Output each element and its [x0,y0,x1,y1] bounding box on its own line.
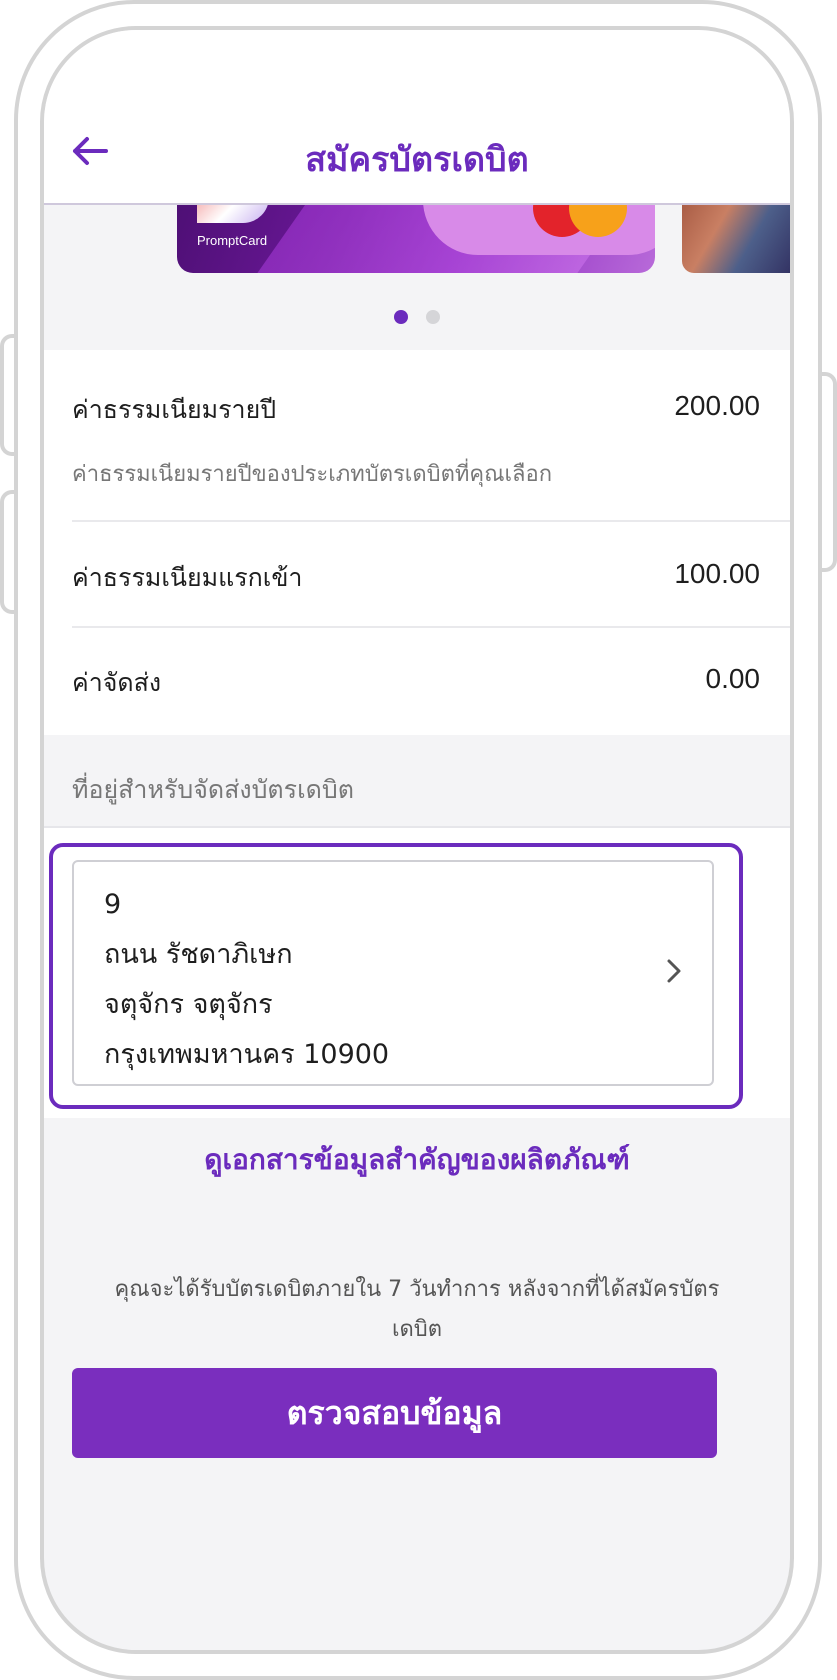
address-line: จตุจักร จตุจักร [104,989,273,1020]
phone-side-button [821,372,837,572]
delivery-note: คุณจะได้รับบัตรเดบิตภายใน 7 วันทำการ หลั… [114,1277,720,1342]
chevron-right-icon [667,959,681,983]
card-brand-label: PromptCard [197,233,268,248]
shipping-fee-value: 0.00 [705,663,761,694]
entry-fee-label: ค่าธรรมเนียมแรกเข้า [72,563,303,592]
address-line: ถนน รัชดาภิเษก [104,939,293,970]
annual-fee-description: ค่าธรรมเนียมรายปีของประเภทบัตรเดบิตที่คุ… [72,462,553,487]
carousel-dot[interactable] [426,310,440,324]
annual-fee-value: 200.00 [674,390,760,421]
shipping-fee-label: ค่าจัดส่ง [72,668,162,697]
address-text: 9 ถนน รัชดาภิเษก จตุจักร จตุจักร กรุงเทพ… [104,880,389,1080]
phone-screen: สมัครบัตรเดบิต PromptCard ค่าธรรมเนียมรา… [40,26,794,1654]
divider [72,626,790,628]
address-section: 9 ถนน รัชดาภิเษก จตุจักร จตุจักร กรุงเทพ… [44,828,790,1118]
page-title: สมัครบัตรเดบิต [305,140,529,180]
review-info-button[interactable]: ตรวจสอบข้อมูล [72,1368,717,1458]
annual-fee-label: ค่าธรรมเนียมรายปี [72,395,277,424]
address-line: 9 [104,889,122,920]
entry-fee-value: 100.00 [674,558,760,589]
app-header: สมัครบัตรเดบิต [44,30,790,205]
carousel-dots [44,309,790,328]
product-document-link[interactable]: ดูเอกสารข้อมูลสำคัญของผลิตภัณฑ์ [44,1138,790,1182]
address-line: กรุงเทพมหานคร 10900 [104,1039,390,1070]
fee-section: ค่าธรรมเนียมรายปี 200.00 ค่าธรรมเนียมราย… [44,350,790,735]
carousel-dot-active[interactable] [394,310,408,324]
divider [72,520,790,522]
address-heading: ที่อยู่สำหรับจัดส่งบัตรเดบิต [72,775,354,804]
address-selector[interactable]: 9 ถนน รัชดาภิเษก จตุจักร จตุจักร กรุงเทพ… [72,860,714,1086]
